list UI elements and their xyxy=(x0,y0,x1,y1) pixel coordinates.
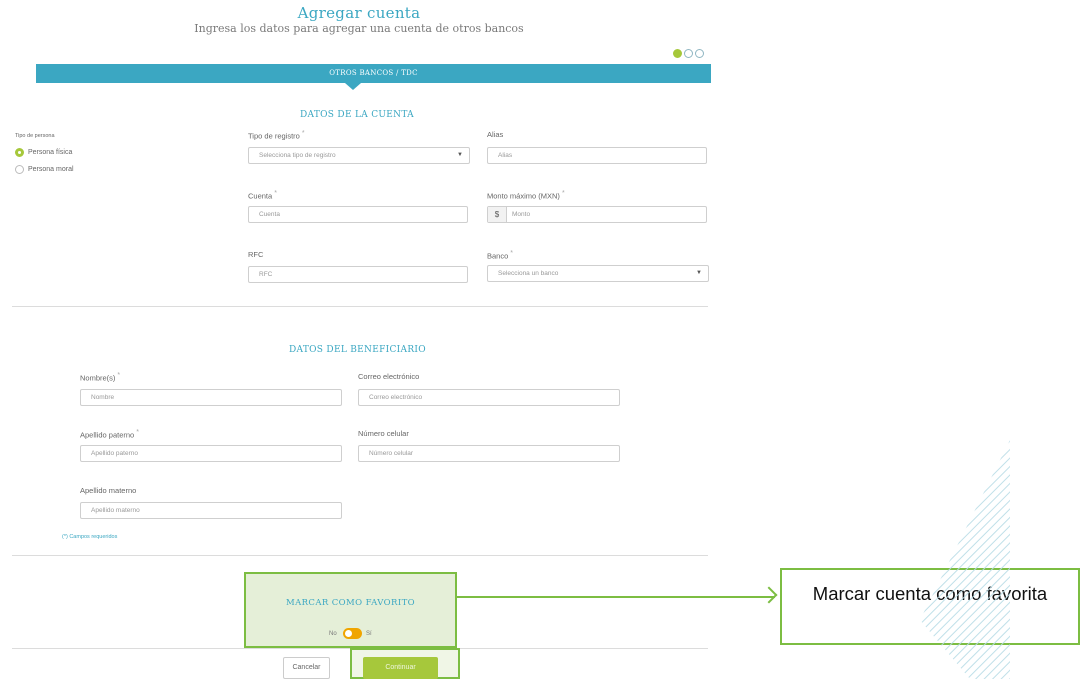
required-mark: * xyxy=(136,429,139,436)
monto-label-text: Monto máximo (MXN) xyxy=(487,191,560,201)
divider xyxy=(12,555,708,556)
favorite-toggle[interactable] xyxy=(343,628,362,639)
celular-input[interactable]: Número celular xyxy=(358,445,620,462)
banco-select[interactable]: Selecciona un banco ▼ xyxy=(487,265,709,282)
callout-connector-line xyxy=(457,596,775,598)
banco-label: Banco * xyxy=(487,250,513,261)
required-mark: * xyxy=(561,190,565,197)
required-mark: * xyxy=(301,130,305,137)
arrow-right-icon xyxy=(760,586,778,604)
radio-persona-moral-label: Persona moral xyxy=(28,166,74,173)
persona-type-label: Tipo de persona xyxy=(15,133,55,139)
rfc-input[interactable]: RFC xyxy=(248,266,468,283)
page-title: Agregar cuenta xyxy=(297,4,421,22)
banco-value: Selecciona un banco xyxy=(498,270,559,277)
correo-label: Correo electrónico xyxy=(358,372,420,381)
toggle-off-label: No xyxy=(329,631,337,637)
currency-addon: $ xyxy=(488,207,507,222)
favorite-panel: MARCAR COMO FAVORITO No Sí xyxy=(244,572,457,648)
tipo-registro-select[interactable]: Selecciona tipo de registro ▼ xyxy=(248,147,470,164)
tipo-registro-label: Tipo de registro * xyxy=(248,130,305,141)
tab-pointer-caret xyxy=(345,83,361,90)
banco-label-text: Banco xyxy=(487,251,509,261)
decorative-hatch-pattern xyxy=(920,440,1010,679)
apellido-materno-label: Apellido materno xyxy=(80,486,137,495)
alias-label: Alias xyxy=(487,130,504,139)
step-indicator xyxy=(673,49,704,58)
divider xyxy=(12,306,708,307)
cancel-button[interactable]: Cancelar xyxy=(283,657,330,679)
nombre-input[interactable]: Nombre xyxy=(80,389,342,406)
toggle-on-label: Sí xyxy=(366,631,372,637)
cuenta-label-text: Cuenta xyxy=(248,191,273,201)
radio-persona-moral[interactable]: Persona moral xyxy=(15,165,74,174)
apellido-paterno-input[interactable]: Apellido paterno xyxy=(80,445,342,462)
tipo-registro-label-text: Tipo de registro xyxy=(248,131,300,141)
radio-unselected-icon[interactable] xyxy=(15,165,24,174)
toggle-knob[interactable] xyxy=(345,630,352,637)
rfc-label: RFC xyxy=(248,250,264,259)
required-mark: * xyxy=(274,190,277,197)
section-title-beneficiario: DATOS DEL BENEFICIARIO xyxy=(289,345,426,355)
alias-input[interactable]: Alias xyxy=(487,147,707,164)
correo-input[interactable]: Correo electrónico xyxy=(358,389,620,406)
required-mark: * xyxy=(117,372,121,379)
apellido-paterno-label-text: Apellido paterno xyxy=(80,430,135,440)
monto-label: Monto máximo (MXN) * xyxy=(487,190,565,201)
required-fields-note: (*) Campos requeridos xyxy=(62,534,118,540)
apellido-paterno-label: Apellido paterno * xyxy=(80,429,139,440)
radio-selected-icon[interactable] xyxy=(15,148,24,157)
step-dot-1 xyxy=(673,49,682,58)
page-subtitle: Ingresa los datos para agregar una cuent… xyxy=(194,22,524,35)
cuenta-label: Cuenta * xyxy=(248,190,277,201)
radio-persona-fisica-label: Persona física xyxy=(28,149,73,156)
section-title-cuenta: DATOS DE LA CUENTA xyxy=(300,110,414,120)
chevron-down-icon: ▼ xyxy=(457,152,463,158)
radio-persona-fisica[interactable]: Persona física xyxy=(15,148,72,157)
celular-label: Número celular xyxy=(358,429,409,438)
chevron-down-icon: ▼ xyxy=(696,270,702,276)
continue-button[interactable]: Continuar xyxy=(363,657,438,679)
step-dot-3 xyxy=(695,49,704,58)
tipo-registro-value: Selecciona tipo de registro xyxy=(259,152,336,159)
cuenta-input[interactable]: Cuenta xyxy=(248,206,468,223)
favorite-title: MARCAR COMO FAVORITO xyxy=(285,598,416,608)
required-mark: * xyxy=(510,250,514,257)
monto-placeholder: Monto xyxy=(512,211,531,218)
nombre-label: Nombre(s) * xyxy=(80,372,120,383)
step-dot-2 xyxy=(684,49,693,58)
monto-input[interactable]: $ Monto xyxy=(487,206,707,223)
nombre-label-text: Nombre(s) xyxy=(80,373,116,383)
apellido-materno-input[interactable]: Apellido materno xyxy=(80,502,342,519)
tab-otros-bancos[interactable]: OTROS BANCOS / TDC xyxy=(36,64,711,83)
